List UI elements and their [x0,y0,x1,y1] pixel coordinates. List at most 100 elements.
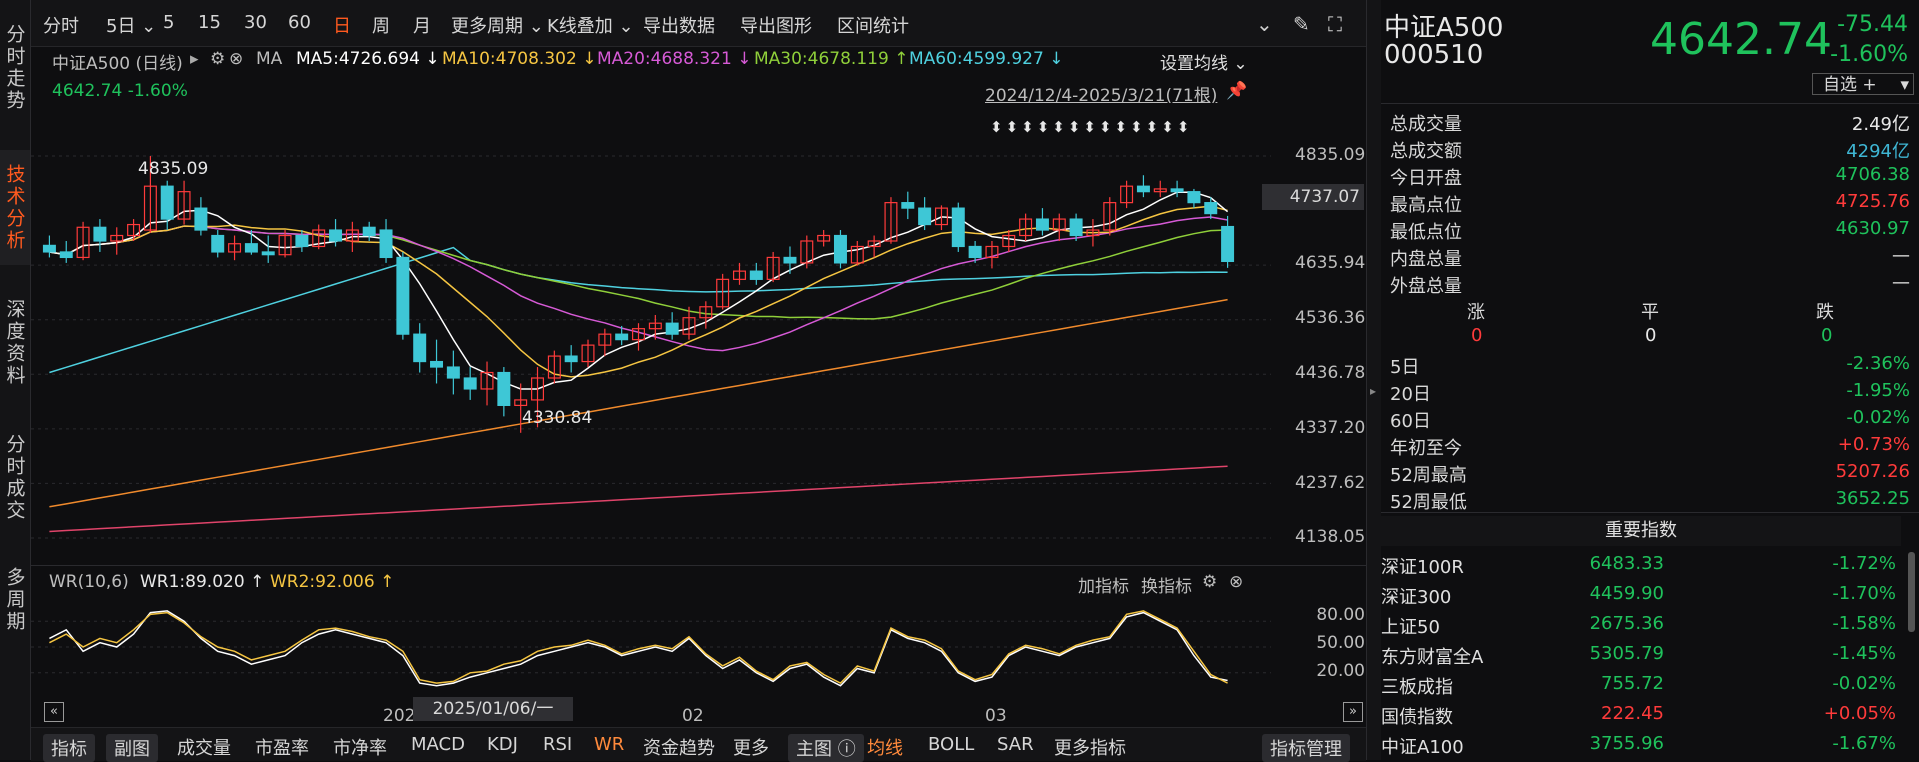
wr-tick: 80.00 [1316,605,1365,625]
index-change: -1.67% [1832,733,1896,754]
perf-label: 52周最低 [1390,492,1467,513]
period-5day[interactable]: 5日 ⌄ [106,12,156,38]
candle-body [615,333,629,341]
fund-trend-tab[interactable]: 资金趋势 [643,734,715,760]
index-row[interactable]: 上证50 2675.36 -1.58% [1381,610,1901,640]
wr-tab[interactable]: WR [594,734,624,755]
stat-row: 52周最低 3652.25 [1390,488,1910,515]
stat-value: 4294亿 [1846,141,1910,162]
wr-tick: 50.00 [1316,633,1365,653]
security-code: 000510 [1384,40,1484,70]
scroll-right-icon[interactable]: » [1343,702,1363,722]
perf-value: -2.36% [1846,353,1910,374]
sidebar-item-technical[interactable]: 技术分析 [0,150,30,265]
wr-label: WR(10,6) [49,572,129,592]
subchart-tab[interactable]: 副图 [106,734,158,762]
macd-tab[interactable]: MACD [411,734,465,755]
close-icon[interactable]: ⊗ [1229,572,1243,592]
candle-body [1221,225,1235,263]
candle-body [497,371,511,407]
stat-label: 外盘总量 [1390,276,1462,297]
period-15min[interactable]: 15 [198,12,221,33]
export-data-button[interactable]: 导出数据 [643,12,715,38]
hover-price-tag: 4737.07 [1262,184,1364,210]
ma60-line [49,246,1228,374]
export-image-button[interactable]: 导出图形 [740,12,812,38]
collapse-arrow-icon[interactable]: ▸ [1370,384,1376,398]
brush-icon[interactable]: ✎ [1293,12,1310,36]
candle-body [362,226,376,237]
add-watchlist-button[interactable]: 自选 + ▾ [1812,73,1914,95]
period-5min[interactable]: 5 [163,12,174,33]
scroll-left-icon[interactable]: « [44,702,64,722]
up-count: 0 [1471,325,1483,346]
more-periods-dropdown[interactable]: 更多周期 ⌄ [451,12,544,38]
volume-tab[interactable]: 成交量 [177,734,231,760]
range-stats-button[interactable]: 区间统计 [837,12,909,38]
pb-tab[interactable]: 市净率 [333,734,387,760]
index-name: 三板成指 [1381,677,1453,698]
index-row[interactable]: 东方财富全A 5305.79 -1.45% [1381,640,1901,670]
indicator-manage-button[interactable]: 指标管理 [1262,734,1350,762]
gear-icon[interactable]: ⚙ [1202,572,1217,592]
wr-chart [31,610,1271,687]
candle-body [413,333,427,363]
scrollbar-thumb[interactable] [1908,552,1915,632]
kdj-tab[interactable]: KDJ [487,734,518,755]
candle-body [396,256,410,335]
index-row[interactable]: 深证100R 6483.33 -1.72% [1381,550,1901,580]
cursor-date-tag: 2025/01/06/一 [413,697,573,721]
candle-body [1136,185,1150,193]
main-chart-tab[interactable]: 主图 ⓘ [788,734,864,762]
chevron-circle-icon[interactable]: ⌄ [1256,12,1273,36]
index-row[interactable]: 深证300 4459.90 -1.70% [1381,580,1901,610]
dropdown-icon[interactable]: ▾ [1900,74,1909,96]
switch-indicator-button[interactable]: 换指标 [1141,572,1192,597]
more-indicators-tab[interactable]: 更多指标 [1054,734,1126,760]
x-tick: 02 [682,706,704,726]
sidebar-item-intraday[interactable]: 分时走势 [0,10,30,125]
wr2-value: WR2:92.006 ↑ [270,572,395,592]
period-60min[interactable]: 60 [288,12,311,33]
more-tab[interactable]: 更多 [733,734,769,760]
sidebar-item-multi-period[interactable]: 多周期 [0,555,30,645]
ma10-line [49,205,1228,378]
kline-overlay-dropdown[interactable]: K线叠加 ⌄ [547,12,634,38]
perf-label: 年初至今 [1390,438,1462,459]
panel-splitter[interactable]: ▸ [1366,0,1382,760]
period-30min[interactable]: 30 [244,12,267,33]
stat-label: 今日开盘 [1390,168,1462,189]
stat-row: 20日 -1.95% [1390,380,1910,407]
chart-toolbar: 分时 5日 ⌄ 5 15 30 60 日 周 月 更多周期 ⌄ K线叠加 ⌄ 导… [31,0,1366,47]
rsi-tab[interactable]: RSI [543,734,572,755]
period-intraday[interactable]: 分时 [43,12,79,38]
stat-label: 内盘总量 [1390,249,1462,270]
index-change: -1.72% [1832,553,1896,574]
period-day[interactable]: 日 [333,12,351,38]
index-row[interactable]: 三板成指 755.72 -0.02% [1381,670,1901,700]
sidebar-item-trades[interactable]: 分时成交 [0,420,30,535]
index-row[interactable]: 国债指数 222.45 +0.05% [1381,700,1901,730]
ma-tab[interactable]: 均线 [867,734,903,760]
high-marker: 4835.09 [138,159,209,179]
add-indicator-button[interactable]: 加指标 [1078,572,1129,597]
fullscreen-icon[interactable]: ⛶ [1328,12,1342,36]
ma30-line [49,225,1228,320]
sidebar-item-depth[interactable]: 深度资料 [0,285,30,400]
period-week[interactable]: 周 [372,12,390,38]
boll-tab[interactable]: BOLL [928,734,974,755]
up-label: 涨 [1467,302,1485,323]
ma5-line [49,191,1229,390]
index-row[interactable]: 中证A100 3755.96 -1.67% [1381,730,1901,760]
period-month[interactable]: 月 [413,12,431,38]
pe-tab[interactable]: 市盈率 [255,734,309,760]
y-tick: 4138.05 [1295,527,1366,547]
index-name: 国债指数 [1381,707,1453,728]
candle-body [244,243,258,253]
y-tick: 4337.20 [1295,418,1366,438]
sar-tab[interactable]: SAR [997,734,1034,755]
indicator-tab[interactable]: 指标 [43,734,95,762]
index-price: 2675.36 [1589,613,1664,634]
perf-label: 52周最高 [1390,465,1467,486]
flat-label: 平 [1641,302,1659,323]
